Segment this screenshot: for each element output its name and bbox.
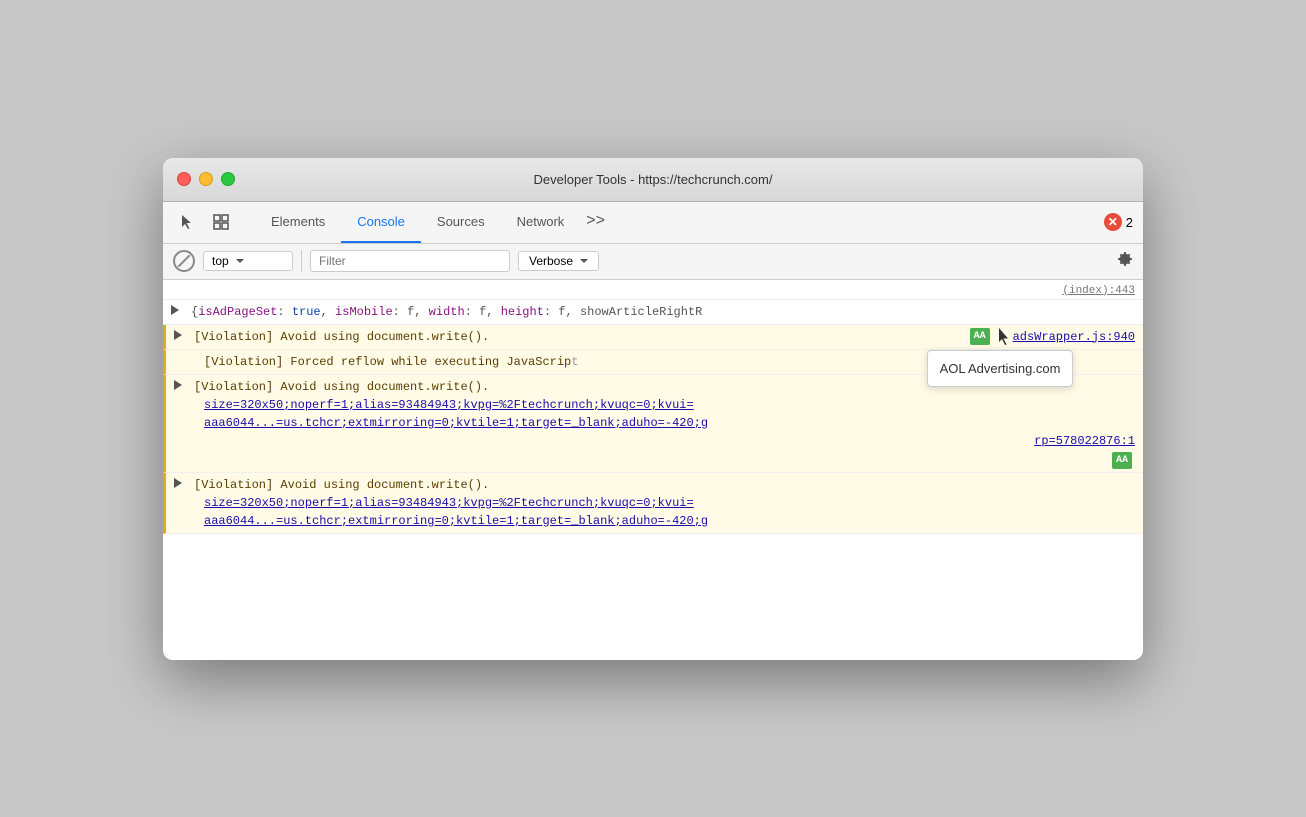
expand-triangle[interactable] xyxy=(171,305,179,315)
expand-triangle[interactable] xyxy=(174,380,182,390)
verbose-chevron-icon xyxy=(580,259,588,263)
context-chevron-icon xyxy=(236,259,244,263)
console-text: {isAdPageSet: true, isMobile: f, width: … xyxy=(191,305,702,319)
cursor-icon-button[interactable] xyxy=(173,208,201,236)
console-text: [Violation] Avoid using document.write()… xyxy=(194,330,489,344)
console-row-violation-1: [Violation] Avoid using document.write()… xyxy=(163,325,1143,350)
context-select[interactable]: top xyxy=(203,251,293,271)
error-count: 2 xyxy=(1126,215,1133,230)
tab-bar: Elements Console Sources Network >> xyxy=(255,202,611,243)
error-icon: ✕ xyxy=(1104,213,1122,231)
titlebar: Developer Tools - https://techcrunch.com… xyxy=(163,158,1143,202)
devtools-window: Developer Tools - https://techcrunch.com… xyxy=(163,158,1143,660)
cursor-icon xyxy=(179,214,195,230)
toolbar-right: ✕ 2 xyxy=(1104,213,1133,231)
clear-console-button[interactable] xyxy=(173,250,195,272)
more-tabs-button[interactable]: >> xyxy=(580,202,611,243)
aa-badge-1[interactable]: AA xyxy=(970,328,990,345)
expand-triangle[interactable] xyxy=(174,330,182,340)
expand-triangle[interactable] xyxy=(174,478,182,488)
console-toolbar: top Verbose xyxy=(163,244,1143,280)
main-toolbar: Elements Console Sources Network >> ✕ 2 xyxy=(163,202,1143,244)
filter-input[interactable] xyxy=(310,250,510,272)
toolbar-divider xyxy=(301,250,302,272)
console-row-violation-4: [Violation] Avoid using document.write()… xyxy=(163,473,1143,534)
url-link[interactable]: aaa6044...=us.tchcr;extmirroring=0;kvtil… xyxy=(204,416,708,430)
console-row-violation-3: [Violation] Avoid using document.write()… xyxy=(163,375,1143,473)
console-output: (index):443 {isAdPageSet: true, isMobile… xyxy=(163,280,1143,660)
console-text: [Violation] Forced reflow while executin… xyxy=(194,355,578,369)
window-title: Developer Tools - https://techcrunch.com… xyxy=(534,172,773,187)
inspect-icon-button[interactable] xyxy=(207,208,235,236)
tab-console[interactable]: Console xyxy=(341,202,421,243)
url-link[interactable]: size=320x50;noperf=1;alias=93484943;kvpg… xyxy=(204,398,694,412)
console-text: [Violation] Avoid using document.write()… xyxy=(194,380,489,394)
traffic-lights xyxy=(177,172,235,186)
maximize-button[interactable] xyxy=(221,172,235,186)
gear-icon xyxy=(1117,251,1133,267)
cursor-arrow-icon xyxy=(997,328,1009,346)
tab-network[interactable]: Network xyxy=(501,202,581,243)
url-link[interactable]: rp=578022876:1 xyxy=(1034,432,1135,450)
console-text: [Violation] Avoid using document.write()… xyxy=(194,478,489,492)
close-button[interactable] xyxy=(177,172,191,186)
source-link[interactable]: (index):443 xyxy=(1062,283,1135,300)
minimize-button[interactable] xyxy=(199,172,213,186)
aa-badge-2[interactable]: AA xyxy=(1112,452,1132,469)
url-link[interactable]: size=320x50;noperf=1;alias=93484943;kvpg… xyxy=(204,496,694,510)
console-row: (index):443 xyxy=(163,280,1143,300)
aa-tooltip: AOL Advertising.com xyxy=(927,350,1074,388)
inspect-icon xyxy=(213,214,229,230)
source-link[interactable]: adsWrapper.js:940 xyxy=(1013,328,1135,346)
console-row: {isAdPageSet: true, isMobile: f, width: … xyxy=(163,300,1143,325)
tab-sources[interactable]: Sources xyxy=(421,202,501,243)
tab-elements[interactable]: Elements xyxy=(255,202,341,243)
error-badge: ✕ 2 xyxy=(1104,213,1133,231)
verbose-select[interactable]: Verbose xyxy=(518,251,599,271)
url-link[interactable]: aaa6044...=us.tchcr;extmirroring=0;kvtil… xyxy=(204,514,708,528)
toolbar-icons xyxy=(173,208,235,236)
settings-button[interactable] xyxy=(1117,251,1133,272)
